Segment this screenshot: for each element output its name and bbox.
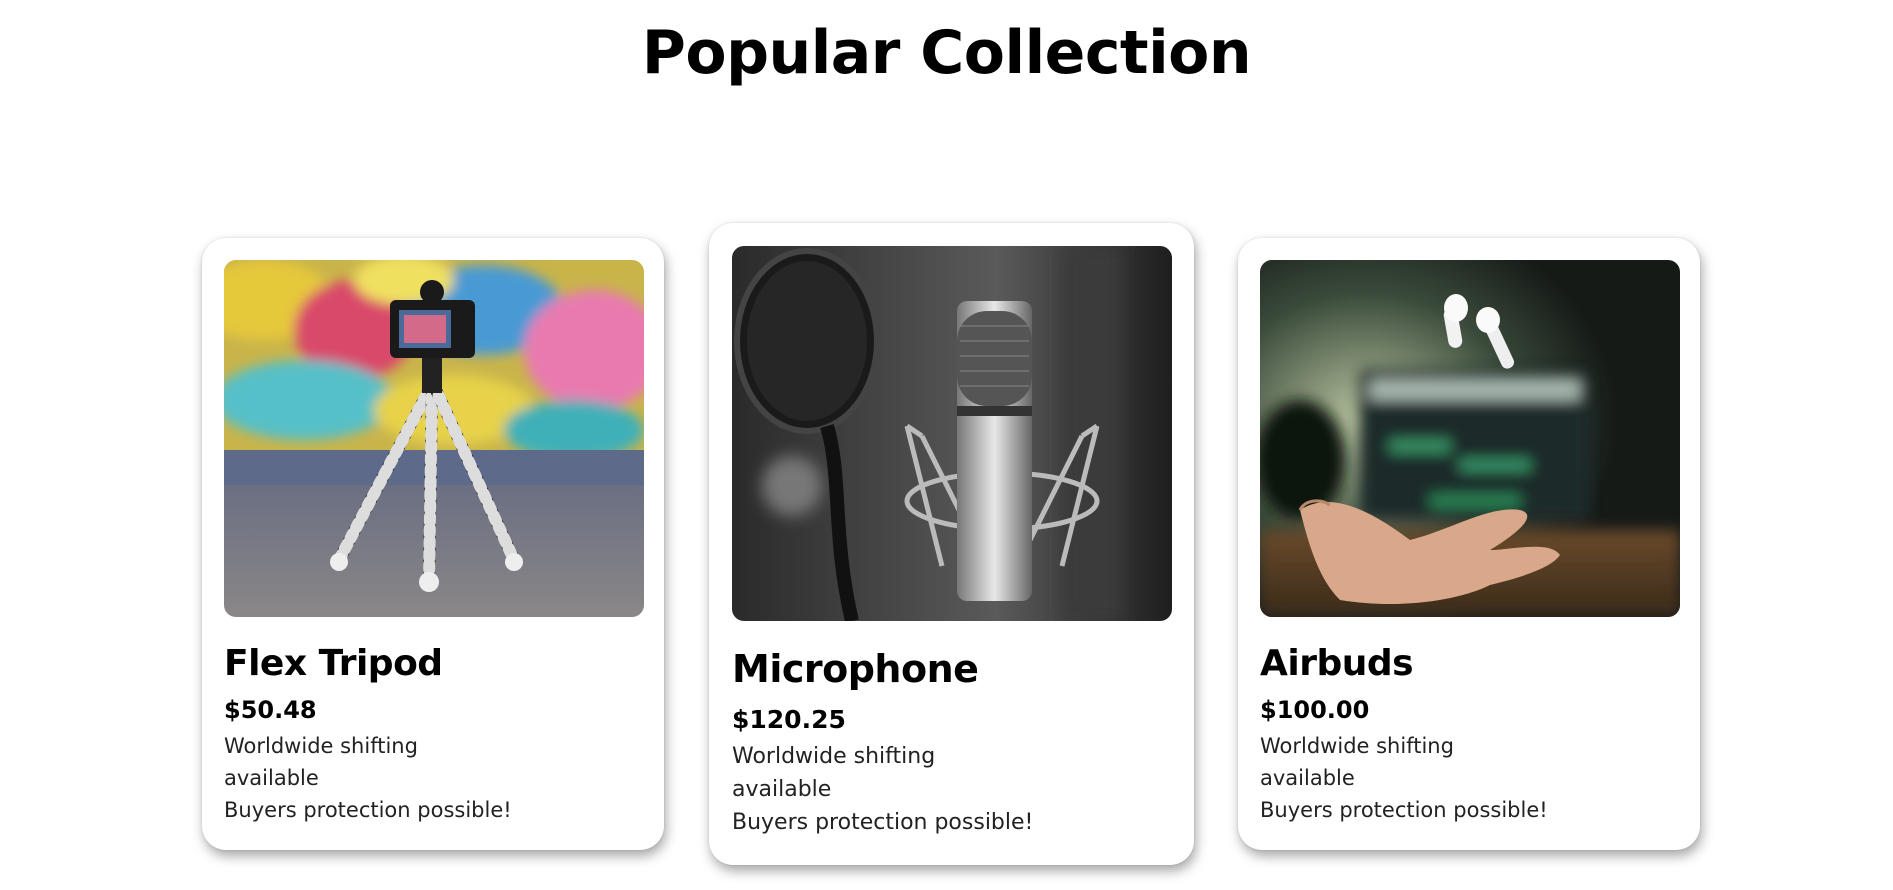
- product-shipping-text: Worldwide shifting: [732, 744, 936, 769]
- tripod-camera-photo[interactable]: [224, 260, 644, 617]
- product-name[interactable]: Microphone: [732, 647, 1033, 691]
- product-price: $50.48: [224, 696, 317, 724]
- microphone-photo[interactable]: [732, 246, 1172, 621]
- product-availability-text: available: [224, 766, 319, 790]
- product-shipping-text: Worldwide shifting: [1260, 734, 1454, 758]
- product-info: Airbuds $100.00 Worldwide shifting avail…: [1260, 643, 1548, 826]
- product-name[interactable]: Flex Tripod: [224, 643, 512, 684]
- product-shipping-text: Worldwide shifting: [224, 734, 418, 758]
- product-protection-text: Buyers protection possible!: [732, 810, 1034, 835]
- product-card-flex-tripod[interactable]: Flex Tripod $50.48 Worldwide shifting av…: [202, 238, 664, 850]
- product-price: $120.25: [732, 705, 846, 734]
- product-card-microphone[interactable]: Microphone $120.25 Worldwide shifting av…: [709, 223, 1194, 865]
- product-info: Flex Tripod $50.48 Worldwide shifting av…: [224, 643, 512, 826]
- product-name[interactable]: Airbuds: [1260, 643, 1548, 684]
- airbuds-photo[interactable]: [1260, 260, 1680, 617]
- section-title: Popular Collection: [641, 18, 1252, 88]
- product-card-airbuds[interactable]: Airbuds $100.00 Worldwide shifting avail…: [1238, 238, 1700, 850]
- product-price: $100.00: [1260, 696, 1370, 724]
- product-protection-text: Buyers protection possible!: [1260, 798, 1548, 822]
- product-protection-text: Buyers protection possible!: [224, 798, 512, 822]
- product-info: Microphone $120.25 Worldwide shifting av…: [732, 647, 1033, 839]
- product-availability-text: available: [732, 777, 832, 802]
- product-availability-text: available: [1260, 766, 1355, 790]
